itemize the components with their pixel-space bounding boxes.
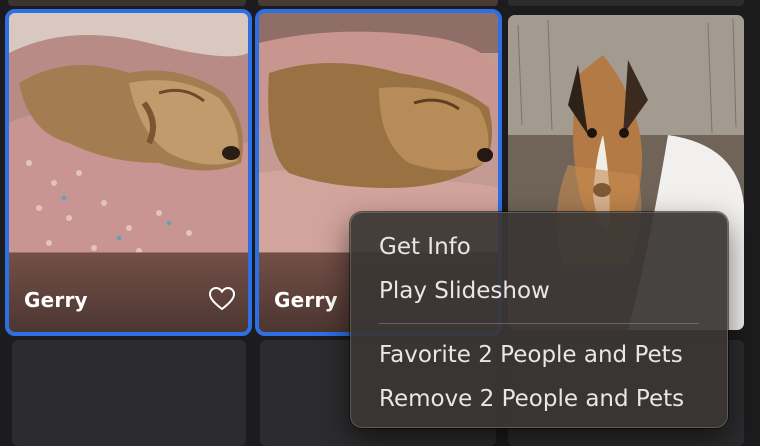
menu-item-play-slideshow[interactable]: Play Slideshow: [351, 269, 727, 313]
person-tile-gerry-1[interactable]: Gerry: [5, 9, 252, 336]
person-name: Gerry: [274, 288, 338, 312]
people-and-pets-grid: Gerry Gerry Get Info Play Slideshow Favo…: [0, 0, 760, 446]
person-tile-empty-1[interactable]: [12, 340, 246, 446]
context-menu: Get Info Play Slideshow Favorite 2 Peopl…: [350, 212, 728, 428]
person-name: Gerry: [24, 288, 88, 312]
menu-separator: [379, 323, 699, 324]
menu-item-favorite[interactable]: Favorite 2 People and Pets: [351, 333, 727, 377]
previous-row-edge: [0, 0, 760, 6]
menu-item-get-info[interactable]: Get Info: [351, 225, 727, 269]
menu-item-remove[interactable]: Remove 2 People and Pets: [351, 377, 727, 421]
heart-outline-icon[interactable]: [208, 286, 236, 312]
